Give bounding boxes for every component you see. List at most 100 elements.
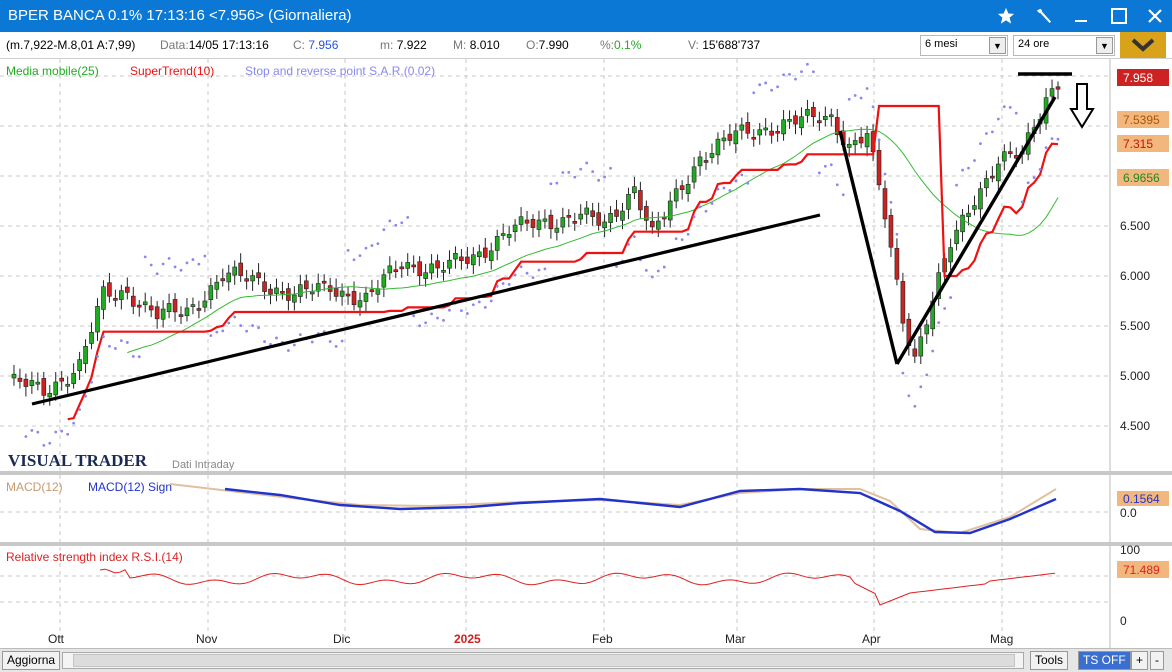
zoom-out-button[interactable]: - xyxy=(1150,651,1164,670)
pin-icon[interactable] xyxy=(1029,3,1059,29)
sar-dot xyxy=(686,232,690,236)
candle-body xyxy=(751,136,757,140)
sar-dot xyxy=(644,268,648,272)
interval-dropdown-icon[interactable]: ▼ xyxy=(1096,37,1113,54)
sar-dot xyxy=(137,355,141,359)
sar-dot xyxy=(656,269,660,273)
visual-trader-logo: VISUAL TRADER xyxy=(8,451,148,470)
candle-body xyxy=(614,209,619,217)
macd-badge-text: 0.1564 xyxy=(1123,492,1160,506)
scrollbar-thumb[interactable] xyxy=(73,654,1015,667)
sar-dot xyxy=(161,262,165,266)
candle-body xyxy=(172,299,178,313)
close-value: 7.956 xyxy=(308,38,339,52)
candle-body xyxy=(53,381,59,396)
sar-dot xyxy=(752,91,756,95)
sar-dot xyxy=(782,73,785,77)
sar-dot xyxy=(477,300,481,304)
sar-dot xyxy=(489,299,493,303)
update-button[interactable]: Aggiorna xyxy=(2,651,61,670)
sar-dot xyxy=(1008,106,1012,109)
candle-body xyxy=(584,207,589,215)
candle-body xyxy=(274,287,279,294)
candle-body xyxy=(101,286,106,310)
sar-dot xyxy=(507,282,511,286)
sar-dot xyxy=(412,314,416,318)
sar-dot xyxy=(149,263,153,267)
rsi-top-tick: 100 xyxy=(1120,543,1140,557)
tools-button[interactable]: Tools xyxy=(1030,651,1069,670)
sar-dot xyxy=(591,170,595,173)
candle-body xyxy=(733,130,739,145)
candle-body xyxy=(83,346,88,364)
rsi-label: Relative strength index R.S.I.(14) xyxy=(6,550,183,564)
candle-body xyxy=(667,200,673,221)
maximize-icon[interactable] xyxy=(1104,3,1134,29)
sar-dot xyxy=(895,232,899,236)
sar-dot xyxy=(215,330,219,334)
period-select[interactable]: 6 mesi ▼ xyxy=(920,35,1008,56)
candle-body xyxy=(709,153,715,158)
chevron-down-icon xyxy=(1131,38,1155,52)
sar-dot xyxy=(203,254,207,258)
candle-body xyxy=(703,160,709,163)
candle-body xyxy=(309,291,315,295)
sar-dot xyxy=(1044,146,1048,150)
sar-dot xyxy=(794,77,797,81)
candle-body xyxy=(793,115,798,125)
period-dropdown-icon[interactable]: ▼ xyxy=(989,37,1006,54)
candle-body xyxy=(679,185,685,190)
high-value: 8.010 xyxy=(469,38,500,52)
candle-body xyxy=(375,288,381,295)
candle-body xyxy=(148,305,154,311)
sar-dot xyxy=(292,343,296,347)
window-title: BPER BANCA 0.1% 17:13:16 <7.956> (Giorna… xyxy=(8,7,352,24)
interval-select[interactable]: 24 ore ▼ xyxy=(1013,35,1115,56)
candle-body xyxy=(321,280,327,284)
sar-dot xyxy=(221,329,225,333)
sar-dot xyxy=(1032,176,1036,180)
sar-dot xyxy=(346,248,350,252)
date-field: Data:14/05 17:13:16 xyxy=(160,38,269,52)
candle-body xyxy=(280,291,285,294)
watermark-sub: Dati Intraday xyxy=(172,459,235,471)
horizontal-scrollbar[interactable] xyxy=(62,652,1024,669)
candle-body xyxy=(220,278,226,282)
legend-sar: Stop and reverse point S.A.R.(0.02) xyxy=(245,64,435,78)
legend-supertrend: SuperTrend(10) xyxy=(130,64,214,78)
sar-dot xyxy=(609,166,612,170)
sar-dot xyxy=(853,94,857,97)
sar-dot xyxy=(728,189,732,192)
expand-panel-button[interactable] xyxy=(1120,32,1166,58)
sar-dot xyxy=(436,316,439,320)
close-label: C: xyxy=(293,38,305,52)
ts-off-button[interactable]: TS OFF xyxy=(1078,651,1131,670)
candle-body xyxy=(691,166,697,183)
candle-body xyxy=(196,308,202,311)
minimize-icon[interactable] xyxy=(1066,3,1096,29)
candle-body xyxy=(166,303,172,312)
sar-dot xyxy=(90,380,93,384)
zoom-in-button[interactable]: + xyxy=(1131,651,1149,670)
sar-dot xyxy=(740,173,744,177)
candle-body xyxy=(739,124,745,131)
bottom-toolbar: Aggiorna Tools TS OFF + - xyxy=(0,648,1172,672)
candle-body xyxy=(208,285,214,300)
sar-dot xyxy=(96,354,99,358)
candle-body xyxy=(876,150,882,186)
candle-body xyxy=(393,269,399,273)
close-icon[interactable] xyxy=(1140,3,1170,29)
open-field: O:7.990 xyxy=(526,38,569,52)
candle-body xyxy=(823,115,828,120)
sar-dot xyxy=(42,443,46,447)
sar-dot xyxy=(275,336,278,340)
price-chart[interactable]: 6.500 6.000 5.500 5.000 4.500 7.958 7.5395 7.31… xyxy=(0,59,1172,648)
candle-body xyxy=(71,372,76,384)
candle-body xyxy=(673,188,679,202)
candle-body xyxy=(256,272,261,279)
sar-dot xyxy=(519,265,523,269)
favorite-star-icon[interactable] xyxy=(991,3,1021,29)
sar-dot xyxy=(84,394,87,398)
sar-dot xyxy=(54,430,58,434)
sar-dot xyxy=(471,303,475,307)
